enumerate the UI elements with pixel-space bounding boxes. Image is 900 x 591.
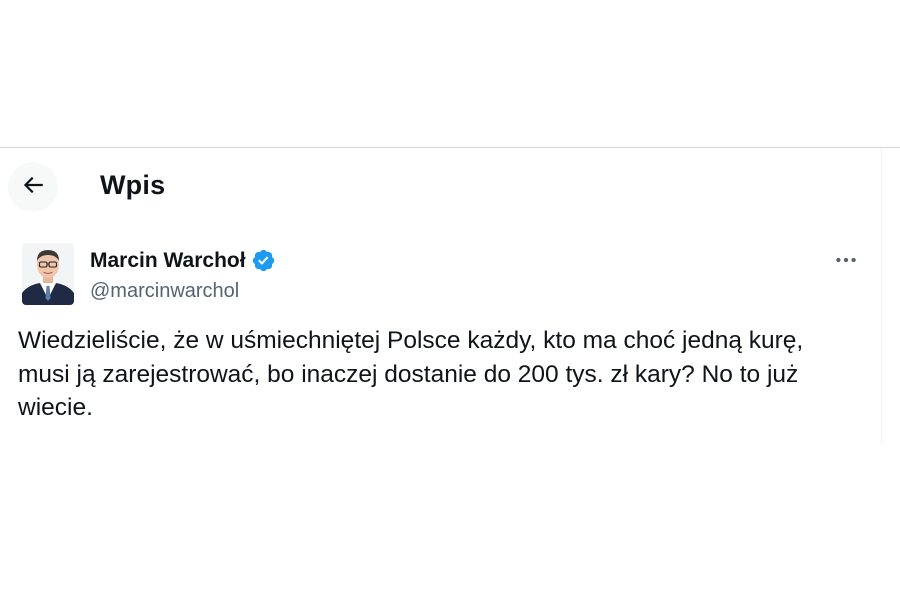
arrow-left-icon — [20, 172, 46, 203]
verified-badge-icon[interactable] — [251, 248, 276, 273]
post-text: Wiedzieliście, że w uśmiechniętej Polsce… — [18, 327, 804, 421]
post-page: Wpis Marcin Warchoł @marcinwarchol Wiedz… — [0, 0, 900, 591]
author-name-row: Marcin Warchoł — [90, 248, 276, 273]
author-name[interactable]: Marcin Warchoł — [90, 249, 246, 273]
page-header: Wpis — [0, 148, 881, 228]
more-options-button[interactable] — [826, 248, 866, 276]
column-border — [881, 148, 882, 444]
back-button[interactable] — [8, 162, 58, 212]
more-horizontal-icon — [833, 247, 859, 278]
avatar[interactable] — [22, 243, 74, 305]
author-handle[interactable]: @marcinwarchol — [90, 280, 239, 303]
page-title: Wpis — [100, 170, 166, 200]
